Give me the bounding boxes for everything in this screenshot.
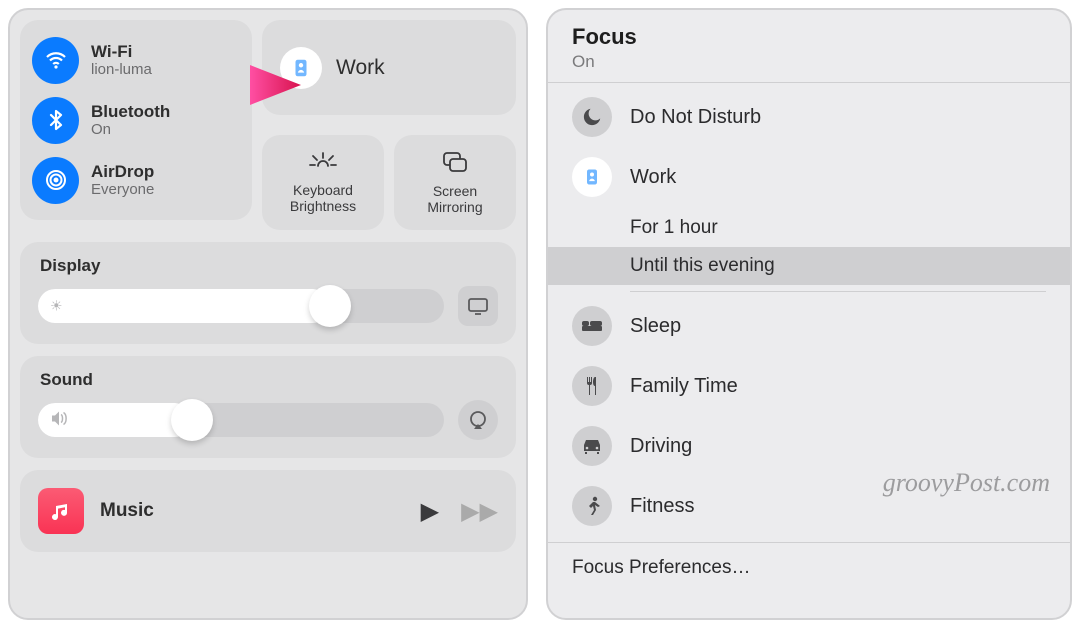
focus-item-dnd[interactable]: Do Not Disturb xyxy=(548,87,1070,147)
focus-item-family[interactable]: Family Time xyxy=(548,356,1070,416)
wifi-title: Wi-Fi xyxy=(91,42,152,62)
screen-mirroring-label: Screen Mirroring xyxy=(427,183,482,215)
focus-panel: Focus On Do Not Disturb Work For 1 hour … xyxy=(546,8,1072,620)
focus-item-sleep[interactable]: Sleep xyxy=(548,296,1070,356)
keyboard-brightness-label: Keyboard Brightness xyxy=(290,182,356,214)
play-icon[interactable]: ▶ xyxy=(421,497,439,526)
focus-item-label: Fitness xyxy=(630,495,694,518)
badge-icon xyxy=(280,47,322,89)
focus-item-driving[interactable]: Driving xyxy=(548,416,1070,476)
focus-preferences-link[interactable]: Focus Preferences… xyxy=(548,543,1070,593)
bluetooth-row[interactable]: Bluetooth On xyxy=(32,90,240,150)
screen-mirroring-button[interactable]: Screen Mirroring xyxy=(394,135,516,230)
wifi-row[interactable]: Wi-Fi lion-luma xyxy=(32,30,240,90)
network-tile: Wi-Fi lion-luma Bluetooth On AirDrop xyxy=(20,20,252,220)
focus-panel-title: Focus xyxy=(572,24,1046,50)
music-tile[interactable]: Music ▶ ▶▶ xyxy=(20,470,516,552)
airdrop-icon[interactable] xyxy=(32,157,79,204)
badge-icon xyxy=(572,157,612,197)
bluetooth-title: Bluetooth xyxy=(91,102,170,122)
bed-icon xyxy=(572,306,612,346)
display-tile: Display ☀ xyxy=(20,242,516,344)
focus-item-label: Driving xyxy=(630,435,692,458)
wifi-icon[interactable] xyxy=(32,37,79,84)
display-label: Display xyxy=(40,256,498,276)
fork-knife-icon xyxy=(572,366,612,406)
display-slider[interactable]: ☀ xyxy=(38,289,444,323)
focus-item-fitness[interactable]: Fitness xyxy=(548,476,1070,536)
sound-slider[interactable] xyxy=(38,403,444,437)
screen-mirroring-icon xyxy=(440,150,470,177)
focus-item-label: Family Time xyxy=(630,375,738,398)
running-person-icon xyxy=(572,486,612,526)
sound-label: Sound xyxy=(40,370,498,390)
airplay-audio-button[interactable] xyxy=(458,400,498,440)
wifi-subtitle: lion-luma xyxy=(91,61,152,78)
work-duration-options: For 1 hour Until this evening xyxy=(548,209,1070,285)
airdrop-subtitle: Everyone xyxy=(91,181,154,198)
speaker-icon xyxy=(50,411,68,430)
focus-item-label: Do Not Disturb xyxy=(630,106,761,129)
focus-item-work[interactable]: Work xyxy=(548,147,1070,207)
sound-tile: Sound xyxy=(20,356,516,458)
focus-item-label: Work xyxy=(630,166,676,189)
focus-button-label: Work xyxy=(336,56,385,80)
apple-music-icon xyxy=(38,488,84,534)
bluetooth-subtitle: On xyxy=(91,121,170,138)
moon-icon xyxy=(572,97,612,137)
focus-button[interactable]: Work xyxy=(262,20,516,115)
work-option-1hour[interactable]: For 1 hour xyxy=(548,209,1070,247)
sun-icon: ☀ xyxy=(50,298,63,315)
work-option-until-evening[interactable]: Until this evening xyxy=(548,247,1070,285)
airdrop-title: AirDrop xyxy=(91,162,154,182)
display-options-button[interactable] xyxy=(458,286,498,326)
music-label: Music xyxy=(100,500,405,522)
next-track-icon[interactable]: ▶▶ xyxy=(461,497,498,526)
airdrop-row[interactable]: AirDrop Everyone xyxy=(32,150,240,210)
keyboard-brightness-icon xyxy=(308,151,338,176)
focus-item-label: Sleep xyxy=(630,315,681,338)
control-center-panel: Wi-Fi lion-luma Bluetooth On AirDrop xyxy=(8,8,528,620)
keyboard-brightness-button[interactable]: Keyboard Brightness xyxy=(262,135,384,230)
focus-panel-status: On xyxy=(572,52,1046,72)
car-icon xyxy=(572,426,612,466)
bluetooth-icon[interactable] xyxy=(32,97,79,144)
